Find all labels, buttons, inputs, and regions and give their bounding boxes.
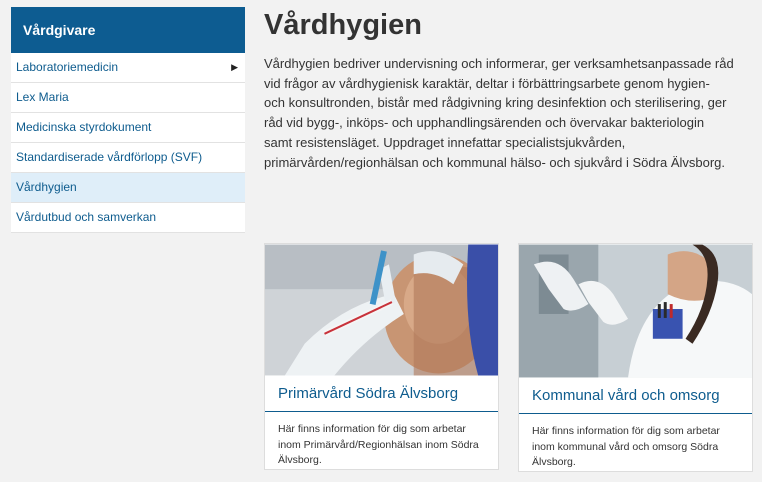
- sidebar-item-label: Vårdutbud och samverkan: [16, 210, 157, 224]
- sidebar-item-label: Laboratoriemedicin: [16, 60, 119, 74]
- intro-paragraph: Vårdhygien bedriver undervisning och inf…: [264, 56, 734, 170]
- chevron-right-icon: ▶: [231, 62, 238, 72]
- sidebar-item-lex-maria[interactable]: Lex Maria: [11, 83, 245, 113]
- nurse-gloves-photo: [519, 244, 752, 378]
- card-primarvard[interactable]: Primärvård Södra Älvsborg Här finns info…: [264, 243, 499, 470]
- sidebar-item-vardhygien[interactable]: Vårdhygien: [11, 173, 245, 203]
- sidebar-item-label: Medicinska styrdokument: [16, 120, 152, 134]
- sidebar-item-vardutbud[interactable]: Vårdutbud och samverkan: [11, 203, 245, 233]
- sidebar-item-label: Standardiserade vårdförlopp (SVF): [16, 150, 203, 164]
- sidebar-item-label: Lex Maria: [16, 90, 69, 104]
- sidebar-nav: Vårdgivare Laboratoriemedicin ▶ Lex Mari…: [11, 7, 245, 233]
- page-title: Vårdhygien: [264, 9, 422, 41]
- sidebar-item-medicinska-styrdokument[interactable]: Medicinska styrdokument: [11, 113, 245, 143]
- card-text: Här finns information för dig som arbeta…: [532, 425, 720, 468]
- card-kommunal-vard[interactable]: Kommunal vård och omsorg Här finns infor…: [518, 243, 753, 472]
- sidebar-header[interactable]: Vårdgivare: [11, 7, 245, 53]
- vaccination-photo: [265, 244, 498, 376]
- main-content: Vårdhygien Vårdhygien bedriver undervisn…: [264, 0, 754, 172]
- card-title[interactable]: Kommunal vård och omsorg: [519, 378, 752, 414]
- card-text: Här finns information för dig som arbeta…: [278, 423, 479, 466]
- card-title[interactable]: Primärvård Södra Älvsborg: [265, 376, 498, 412]
- sidebar-item-laboratoriemedicin[interactable]: Laboratoriemedicin ▶: [11, 53, 245, 83]
- sidebar-item-label: Vårdhygien: [16, 180, 77, 194]
- sidebar-item-svf[interactable]: Standardiserade vårdförlopp (SVF): [11, 143, 245, 173]
